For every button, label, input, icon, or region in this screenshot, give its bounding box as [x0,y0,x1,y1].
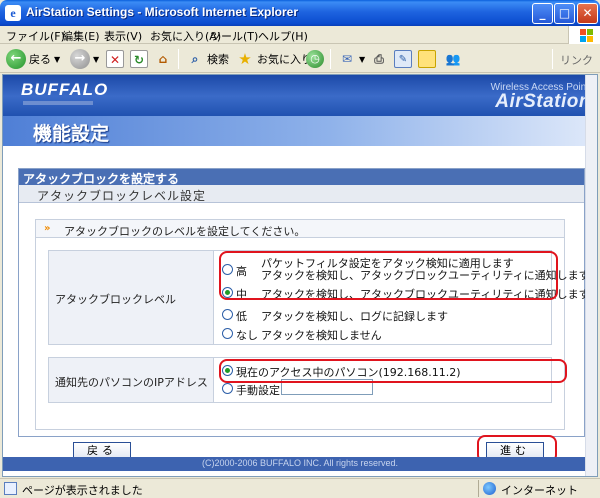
back-label: 戻る [29,53,51,66]
panel-header: アタックブロックを設定する [19,169,584,186]
links-label[interactable]: リンク [560,52,593,68]
minimize-button[interactable]: _ [532,3,553,24]
instruction-text: アタックブロックのレベルを設定してください。 [64,225,306,238]
back-dropdown-icon[interactable]: ▼ [54,55,60,64]
notify-label-cell: 通知先のパソコンのIPアドレス [49,358,214,402]
menu-view[interactable]: 表示(V) [104,28,142,44]
level-low-desc: アタックを検知し、ログに記録します [261,310,448,323]
print-button[interactable]: ⎙ [370,48,388,70]
back-arrow-icon: ← [6,49,26,69]
menu-file[interactable]: ファイル(F) [6,28,65,44]
window-title: AirStation Settings - Microsoft Internet… [26,5,299,19]
menu-tools[interactable]: ツール(T) [210,28,258,44]
favorites-button[interactable]: ★ お気に入り [236,48,312,70]
buffalo-logo: BUFFALO [21,80,109,99]
double-arrow-icon: » [44,223,51,234]
globe-icon [483,482,496,495]
forward-button[interactable]: → ▼ [70,48,99,70]
search-button[interactable]: ⌕ 検索 [186,48,229,70]
home-icon: ⌂ [158,52,168,66]
stop-icon: ✕ [106,50,124,68]
edit-icon: ✎ [394,50,412,68]
instruction-bar: » アタックブロックのレベルを設定してください。 [36,220,564,238]
footer-bar: (C)2000-2006 BUFFALO INC. All rights res… [3,457,597,471]
highlight-current-pc [219,359,567,383]
page-title: 機能設定 [33,123,110,145]
highlight-high-medium [219,251,558,300]
page-header: BUFFALO Wireless Access Point AirStation… [3,75,597,146]
level-none-key: なし [236,329,258,342]
panel-subheader: アタックブロックレベル設定 [19,185,584,203]
stop-button[interactable]: ✕ [106,48,124,70]
level-low-key: 低 [236,310,247,323]
search-icon: ⌕ [191,52,199,66]
notify-manual-radio[interactable] [222,383,233,394]
logo-tagline-bar [23,101,93,105]
favorites-label: お気に入り [257,53,312,66]
page-icon [4,482,17,495]
vertical-scrollbar[interactable] [585,75,597,476]
notify-label: 通知先のパソコンのIPアドレス [55,376,208,389]
title-bar: e AirStation Settings - Microsoft Intern… [0,0,600,26]
discuss-icon [418,50,436,68]
ie-icon: e [5,5,21,21]
refresh-icon: ↻ [130,50,148,68]
menu-edit[interactable]: 編集(E) [62,28,100,44]
toolbar-separator [330,49,331,69]
level-none-desc: アタックを検知しません [261,329,382,342]
refresh-button[interactable]: ↻ [130,48,148,70]
toolbar-separator [178,49,179,69]
toolbar-separator [552,49,553,69]
status-message: ページが表示されました [22,484,143,497]
toolbar: ← 戻る ▼ → ▼ ✕ ↻ ⌂ ⌕ 検索 ★ お気に入り ◷ ✉ ▼ ⎙ ✎ … [0,44,600,73]
favorites-star-icon: ★ [238,50,252,68]
messenger-icon: 👥 [445,52,461,66]
home-button[interactable]: ⌂ [154,48,172,70]
security-zone: インターネット [478,480,598,497]
notify-manual-label: 手動設定 [236,384,280,397]
level-label-cell: アタックブロックレベル [49,251,214,344]
level-label: アタックブロックレベル [55,293,176,306]
print-icon: ⎙ [374,52,384,66]
edit-button[interactable]: ✎ [394,48,412,70]
level-low-radio[interactable] [222,309,233,320]
history-button[interactable]: ◷ [306,48,324,70]
status-bar: ページが表示されました インターネット [0,478,600,498]
airstation-logo: AirStation [495,91,591,112]
maximize-button[interactable]: □ [554,3,575,24]
forward-arrow-icon: → [70,49,90,69]
zone-label: インターネット [501,484,578,497]
copyright: (C)2000-2006 BUFFALO INC. All rights res… [201,458,399,468]
menu-help[interactable]: ヘルプ(H) [258,28,308,44]
forward-dropdown-icon[interactable]: ▼ [93,55,99,64]
content-area: BUFFALO Wireless Access Point AirStation… [2,74,598,477]
level-none-radio[interactable] [222,328,233,339]
messenger-button[interactable]: 👥 [444,48,462,70]
menu-bar: ファイル(F) 編集(E) 表示(V) お気に入り(A) ツール(T) ヘルプ(… [0,26,600,44]
search-label: 検索 [207,53,229,66]
history-icon: ◷ [306,50,324,68]
mail-icon: ✉ [341,52,353,66]
back-button[interactable]: ← 戻る ▼ [6,48,60,70]
mail-button[interactable]: ✉ ▼ [338,48,365,70]
panel-subtitle: アタックブロックレベル設定 [37,189,207,203]
windows-logo-icon [568,26,600,44]
page-title-bar: 機能設定 [3,116,597,146]
discuss-button[interactable] [418,48,436,70]
close-button[interactable]: ✕ [577,3,598,24]
mail-dropdown-icon[interactable]: ▼ [359,55,365,64]
